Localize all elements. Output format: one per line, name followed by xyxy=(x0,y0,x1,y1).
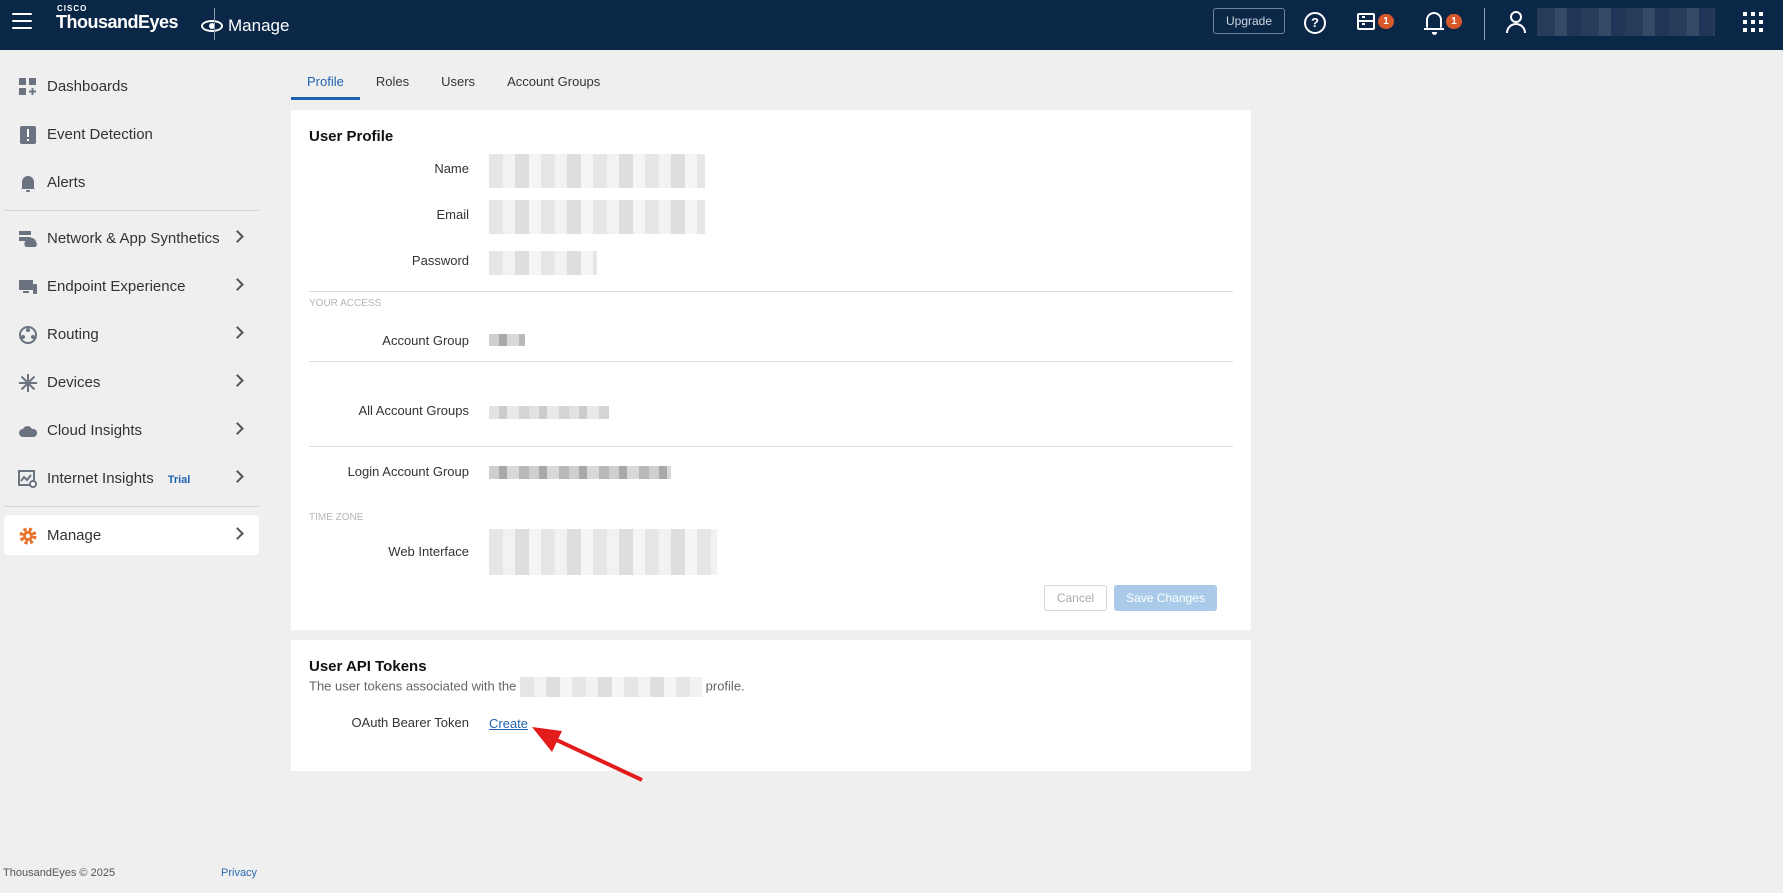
internet-insights-icon xyxy=(18,470,37,488)
profile-name-redacted xyxy=(520,677,703,697)
user-profile-panel: User Profile Name Email Password YOUR AC… xyxy=(291,110,1251,630)
top-bar: CISCO ThousandEyes Manage Upgrade ? 1 1 xyxy=(0,0,1783,50)
chevron-right-icon xyxy=(231,278,244,291)
create-token-link[interactable]: Create xyxy=(489,716,528,731)
web-interface-label: Web Interface xyxy=(388,544,469,559)
sidebar-item-label: Endpoint Experience xyxy=(47,277,186,295)
header-divider xyxy=(1484,8,1485,40)
logo-brand-text: ThousandEyes xyxy=(56,12,179,32)
sidebar-item-devices[interactable]: Devices xyxy=(4,362,259,402)
oauth-bearer-token-label: OAuth Bearer Token xyxy=(351,715,469,730)
sidebar-item-label: Cloud Insights xyxy=(47,421,143,439)
event-detection-icon xyxy=(20,126,36,144)
chevron-right-icon xyxy=(231,470,244,483)
tasks-icon[interactable] xyxy=(1357,13,1375,30)
bell-icon xyxy=(21,176,35,192)
tab-profile[interactable]: Profile xyxy=(291,64,360,100)
tab-roles[interactable]: Roles xyxy=(360,64,425,100)
footer-copyright: ThousandEyes © 2025 xyxy=(3,867,116,879)
sidebar-item-label: Dashboards xyxy=(47,77,128,95)
apps-grid-icon[interactable] xyxy=(1743,12,1763,32)
sidebar-item-endpoint-experience[interactable]: Endpoint Experience xyxy=(4,266,259,306)
password-label: Password xyxy=(411,253,469,268)
sidebar-item-label: Internet Insights Trial xyxy=(47,470,190,487)
all-account-groups-label: All Account Groups xyxy=(358,403,469,418)
routing-icon xyxy=(19,326,37,344)
account-group-value[interactable] xyxy=(489,334,525,346)
privacy-link[interactable]: Privacy xyxy=(221,867,257,879)
user-api-tokens-title: User API Tokens xyxy=(309,658,427,675)
section-divider xyxy=(309,446,1233,447)
thousandeyes-logo[interactable]: CISCO ThousandEyes xyxy=(56,5,223,32)
time-zone-caption: TIME ZONE xyxy=(309,512,364,523)
name-field[interactable] xyxy=(489,154,705,188)
tasks-badge: 1 xyxy=(1378,14,1394,29)
sidebar-item-manage[interactable]: Manage xyxy=(4,515,259,555)
sidebar-divider xyxy=(4,210,259,211)
sidebar-item-label: Manage xyxy=(47,526,102,544)
network-icon xyxy=(19,231,37,247)
tab-users[interactable]: Users xyxy=(425,64,491,100)
chevron-right-icon xyxy=(231,422,244,435)
sidebar-item-label: Alerts xyxy=(47,173,86,191)
tab-account-groups[interactable]: Account Groups xyxy=(491,64,616,100)
menu-icon[interactable] xyxy=(12,13,32,29)
sidebar-item-network-app-synthetics[interactable]: Network & App Synthetics xyxy=(4,218,259,258)
sidebar-item-label-text: Internet Insights xyxy=(47,469,154,487)
alerts-badge: 1 xyxy=(1446,14,1462,29)
user-name-redacted[interactable] xyxy=(1537,8,1715,36)
user-icon[interactable] xyxy=(1506,11,1526,33)
sidebar-item-routing[interactable]: Routing xyxy=(4,314,259,354)
section-divider xyxy=(309,291,1233,292)
chevron-right-icon xyxy=(231,527,244,540)
devices-icon xyxy=(19,374,37,392)
cloud-icon xyxy=(19,426,38,437)
api-tokens-description: The user tokens associated with the prof… xyxy=(309,677,745,697)
sidebar-item-event-detection[interactable]: Event Detection xyxy=(4,114,259,154)
manage-tabs: Profile Roles Users Account Groups xyxy=(291,64,616,100)
your-access-caption: YOUR ACCESS xyxy=(309,298,382,309)
web-interface-timezone-select[interactable] xyxy=(489,529,717,575)
sidebar-item-label: Network & App Synthetics xyxy=(47,229,220,247)
sidebar-item-cloud-insights[interactable]: Cloud Insights xyxy=(4,410,259,450)
cancel-button[interactable]: Cancel xyxy=(1044,585,1107,611)
bell-icon[interactable] xyxy=(1424,12,1444,35)
email-label: Email xyxy=(436,207,469,222)
account-group-label: Account Group xyxy=(382,333,469,348)
user-profile-title: User Profile xyxy=(309,128,394,145)
description-suffix: profile. xyxy=(705,678,745,694)
save-changes-button[interactable]: Save Changes xyxy=(1114,585,1217,611)
gear-icon xyxy=(19,527,37,545)
sidebar: Dashboards Event Detection Alerts Networ… xyxy=(0,50,262,893)
help-icon[interactable]: ? xyxy=(1304,12,1326,34)
user-api-tokens-panel: User API Tokens The user tokens associat… xyxy=(291,640,1251,771)
trial-badge: Trial xyxy=(167,473,191,486)
sidebar-divider xyxy=(4,506,259,507)
app-title: Manage xyxy=(228,16,290,35)
dashboard-icon xyxy=(19,78,36,95)
sidebar-item-alerts[interactable]: Alerts xyxy=(4,162,259,202)
description-prefix: The user tokens associated with the xyxy=(309,678,517,694)
chevron-right-icon xyxy=(231,374,244,387)
sidebar-item-label: Event Detection xyxy=(47,125,153,143)
chevron-right-icon xyxy=(231,326,244,339)
email-field[interactable] xyxy=(489,200,705,234)
login-account-group-label: Login Account Group xyxy=(347,464,469,479)
upgrade-button[interactable]: Upgrade xyxy=(1213,8,1285,34)
all-account-groups-value xyxy=(489,406,609,419)
sidebar-item-dashboards[interactable]: Dashboards xyxy=(4,66,259,106)
password-field[interactable] xyxy=(489,251,597,275)
endpoint-icon xyxy=(19,280,37,294)
sidebar-item-label: Devices xyxy=(47,373,101,391)
sidebar-item-internet-insights[interactable]: Internet Insights Trial xyxy=(4,458,259,498)
name-label: Name xyxy=(434,161,469,176)
header-divider xyxy=(214,8,215,40)
eye-icon xyxy=(201,20,223,32)
section-divider xyxy=(309,361,1233,362)
sidebar-item-label: Routing xyxy=(47,325,99,343)
chevron-right-icon xyxy=(231,230,244,243)
login-account-group-select[interactable] xyxy=(489,466,671,479)
